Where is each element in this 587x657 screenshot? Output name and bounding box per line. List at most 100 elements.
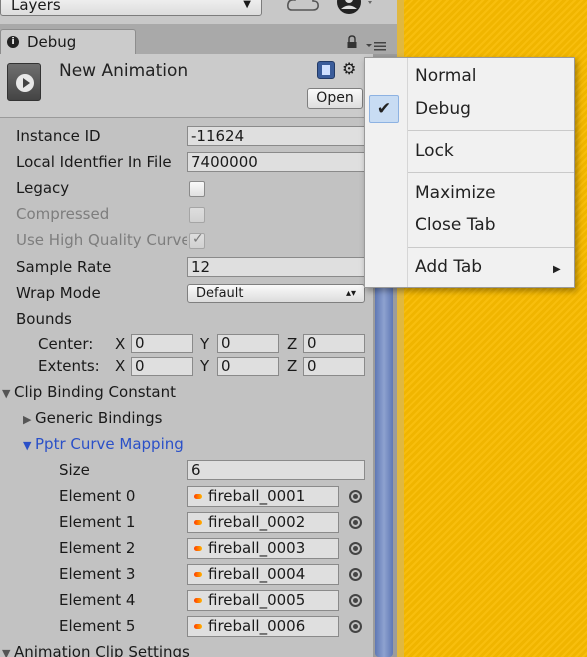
center-x-field[interactable]: 0 <box>131 334 193 353</box>
legacy-checkbox[interactable] <box>189 181 205 197</box>
extents-x-field[interactable]: 0 <box>131 357 193 376</box>
menu-item-normal[interactable]: Normal <box>415 66 477 86</box>
foldout-clip-settings-label: Animation Clip Settings <box>14 643 190 657</box>
menu-separator <box>408 130 574 131</box>
updown-arrows-icon: ▴▾ <box>345 288 356 299</box>
info-icon: i <box>7 36 19 48</box>
center-z-field[interactable]: 0 <box>303 334 365 353</box>
foldout-generic-bindings[interactable]: ▶ Generic Bindings <box>23 409 162 427</box>
extents-z-field[interactable]: 0 <box>303 357 365 376</box>
menu-separator <box>408 247 574 248</box>
object-name: New Animation <box>59 61 189 81</box>
element-value: fireball_0005 <box>208 591 306 609</box>
element-object-field[interactable]: fireball_0006 <box>187 616 339 637</box>
object-picker-icon[interactable] <box>349 620 362 633</box>
sprite-icon <box>194 494 202 499</box>
foldout-generic-bindings-label: Generic Bindings <box>35 409 163 427</box>
menu-item-close-tab[interactable]: Close Tab <box>415 215 496 235</box>
element-object-field[interactable]: fireball_0001 <box>187 486 339 507</box>
triangle-down-icon: ▼ <box>2 647 11 657</box>
element-label: Element 5 <box>59 617 136 635</box>
compressed-label: Compressed <box>16 205 110 223</box>
extents-y-label: Y <box>200 357 210 375</box>
extents-label: Extents: <box>38 357 100 375</box>
sample-rate-field[interactable]: 12 <box>187 257 367 277</box>
wrap-mode-value: Default <box>196 286 244 301</box>
tab-context-menu: ✔ Normal Debug Lock Maximize Close Tab A… <box>364 57 575 288</box>
tab-debug-label: Debug <box>27 33 77 51</box>
object-picker-icon[interactable] <box>349 568 362 581</box>
element-value: fireball_0006 <box>208 617 306 635</box>
size-field[interactable]: 6 <box>187 460 365 480</box>
submenu-arrow-icon: ▶ <box>553 264 561 275</box>
tab-menu-icon[interactable] <box>365 38 387 51</box>
foldout-clip-settings[interactable]: ▼ Animation Clip Settings <box>2 643 190 657</box>
extents-x-label: X <box>115 357 126 375</box>
element-label: Element 0 <box>59 487 136 505</box>
sprite-icon <box>194 598 202 603</box>
lock-icon[interactable] <box>345 35 359 49</box>
menu-item-maximize[interactable]: Maximize <box>415 183 496 203</box>
extents-z-label: Z <box>287 357 298 375</box>
animation-clip-icon <box>7 63 41 101</box>
open-button[interactable]: Open <box>307 88 363 109</box>
foldout-clip-binding-label: Clip Binding Constant <box>14 383 176 401</box>
center-z-label: Z <box>287 335 298 353</box>
bounds-label: Bounds <box>16 310 72 328</box>
center-y-label: Y <box>200 335 210 353</box>
element-value: fireball_0003 <box>208 539 306 557</box>
hq-curve-label: Use High Quality Curve <box>16 231 187 249</box>
sample-rate-label: Sample Rate <box>16 258 112 276</box>
element-label: Element 1 <box>59 513 136 531</box>
center-label: Center: <box>38 335 94 353</box>
hq-curve-checkbox <box>189 231 205 249</box>
element-label: Element 2 <box>59 539 136 557</box>
checkmark-icon: ✔ <box>369 95 399 123</box>
element-value: fireball_0002 <box>208 513 306 531</box>
wrap-mode-label: Wrap Mode <box>16 284 101 302</box>
layers-dropdown-label: Layers <box>11 0 61 14</box>
menu-item-debug[interactable]: Debug <box>415 99 471 119</box>
instance-id-label: Instance ID <box>16 127 101 145</box>
element-value: fireball_0004 <box>208 565 306 583</box>
foldout-pptr-label: Pptr Curve Mapping <box>35 435 184 453</box>
tab-debug[interactable]: i Debug <box>0 29 136 55</box>
menu-separator <box>408 172 574 173</box>
legacy-label: Legacy <box>16 179 70 197</box>
object-picker-icon[interactable] <box>349 516 362 529</box>
sprite-icon <box>194 572 202 577</box>
object-picker-icon[interactable] <box>349 594 362 607</box>
menu-item-lock[interactable]: Lock <box>415 141 454 161</box>
triangle-down-icon: ▼ <box>23 439 32 452</box>
account-icon[interactable] <box>334 0 374 16</box>
menu-item-add-tab[interactable]: Add Tab <box>415 257 482 277</box>
element-object-field[interactable]: fireball_0002 <box>187 512 339 533</box>
foldout-clip-binding[interactable]: ▼ Clip Binding Constant <box>2 383 176 401</box>
element-label: Element 4 <box>59 591 136 609</box>
help-book-icon[interactable] <box>317 61 335 79</box>
element-object-field[interactable]: fireball_0005 <box>187 590 339 611</box>
wrap-mode-dropdown[interactable]: Default ▴▾ <box>187 284 365 303</box>
menu-gutter <box>365 58 408 287</box>
element-value: fireball_0001 <box>208 487 306 505</box>
instance-id-field[interactable]: -11624 <box>187 126 367 146</box>
local-id-label: Local Identfier In File <box>16 153 172 171</box>
element-object-field[interactable]: fireball_0004 <box>187 564 339 585</box>
triangle-down-icon: ▼ <box>2 387 11 400</box>
layers-dropdown[interactable]: Layers ▼ <box>0 0 262 16</box>
center-y-field[interactable]: 0 <box>217 334 279 353</box>
cloud-icon[interactable] <box>286 0 320 14</box>
object-picker-icon[interactable] <box>349 490 362 503</box>
element-label: Element 3 <box>59 565 136 583</box>
sprite-icon <box>194 624 202 629</box>
extents-y-field[interactable]: 0 <box>217 357 279 376</box>
gear-icon[interactable]: ⚙ <box>342 60 360 78</box>
sprite-icon <box>194 520 202 525</box>
element-object-field[interactable]: fireball_0003 <box>187 538 339 559</box>
center-x-label: X <box>115 335 126 353</box>
compressed-checkbox <box>189 207 205 223</box>
local-id-field[interactable]: 7400000 <box>187 152 367 172</box>
object-picker-icon[interactable] <box>349 542 362 555</box>
foldout-pptr-curve-mapping[interactable]: ▼ Pptr Curve Mapping <box>23 435 184 453</box>
caret-down-icon: ▼ <box>243 0 251 10</box>
